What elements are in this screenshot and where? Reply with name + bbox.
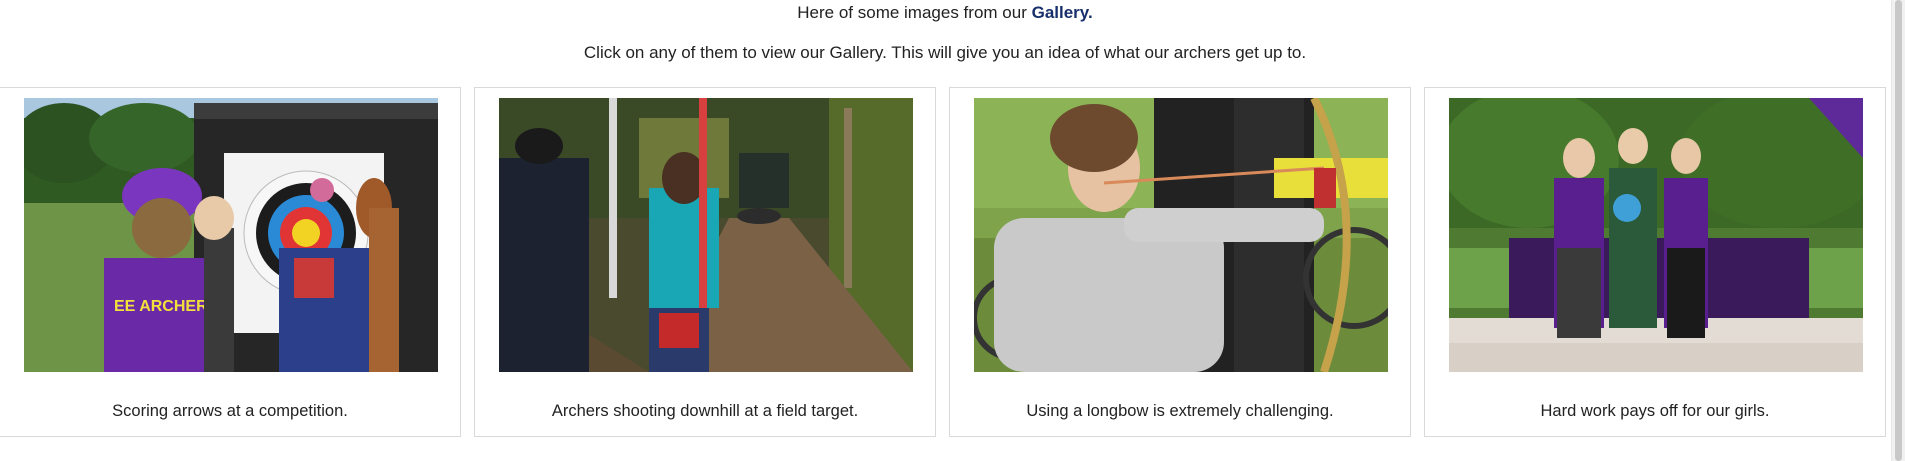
longbow-archer-photo[interactable] bbox=[974, 98, 1388, 372]
gallery-card: EE ARCHERS Scoring arrows at a competiti… bbox=[0, 87, 461, 437]
scrollbar-thumb[interactable] bbox=[1895, 0, 1902, 461]
card-caption: Hard work pays off for our girls. bbox=[1540, 402, 1770, 420]
card-caption: Using a longbow is extremely challenging… bbox=[1026, 402, 1334, 420]
card-caption: Scoring arrows at a competition. bbox=[112, 402, 348, 420]
gallery-card: Using a longbow is extremely challenging… bbox=[949, 87, 1411, 437]
gallery-card: Archers shooting downhill at a field tar… bbox=[474, 87, 936, 437]
gallery-link[interactable]: Gallery. bbox=[1032, 3, 1093, 22]
intro-instructions: Click on any of them to view our Gallery… bbox=[583, 43, 1307, 62]
card-caption: Archers shooting downhill at a field tar… bbox=[551, 402, 859, 420]
gallery-cards: EE ARCHERS Scoring arrows at a competiti… bbox=[0, 87, 1891, 439]
shirt-text: EE ARCHERS bbox=[114, 298, 219, 315]
intro-prefix: Here of some images from our bbox=[797, 3, 1027, 22]
intro-text: Here of some images from our Gallery. bbox=[0, 3, 1890, 23]
archers-scoring-target-photo[interactable]: EE ARCHERS bbox=[24, 98, 438, 372]
page: Here of some images from our Gallery. Cl… bbox=[0, 0, 1905, 461]
archers-shooting-downhill-photo[interactable] bbox=[499, 98, 913, 372]
girls-podium-awards-photo[interactable] bbox=[1449, 98, 1863, 372]
gallery-card: Hard work pays off for our girls. bbox=[1424, 87, 1886, 437]
vertical-scrollbar[interactable] bbox=[1891, 0, 1905, 461]
